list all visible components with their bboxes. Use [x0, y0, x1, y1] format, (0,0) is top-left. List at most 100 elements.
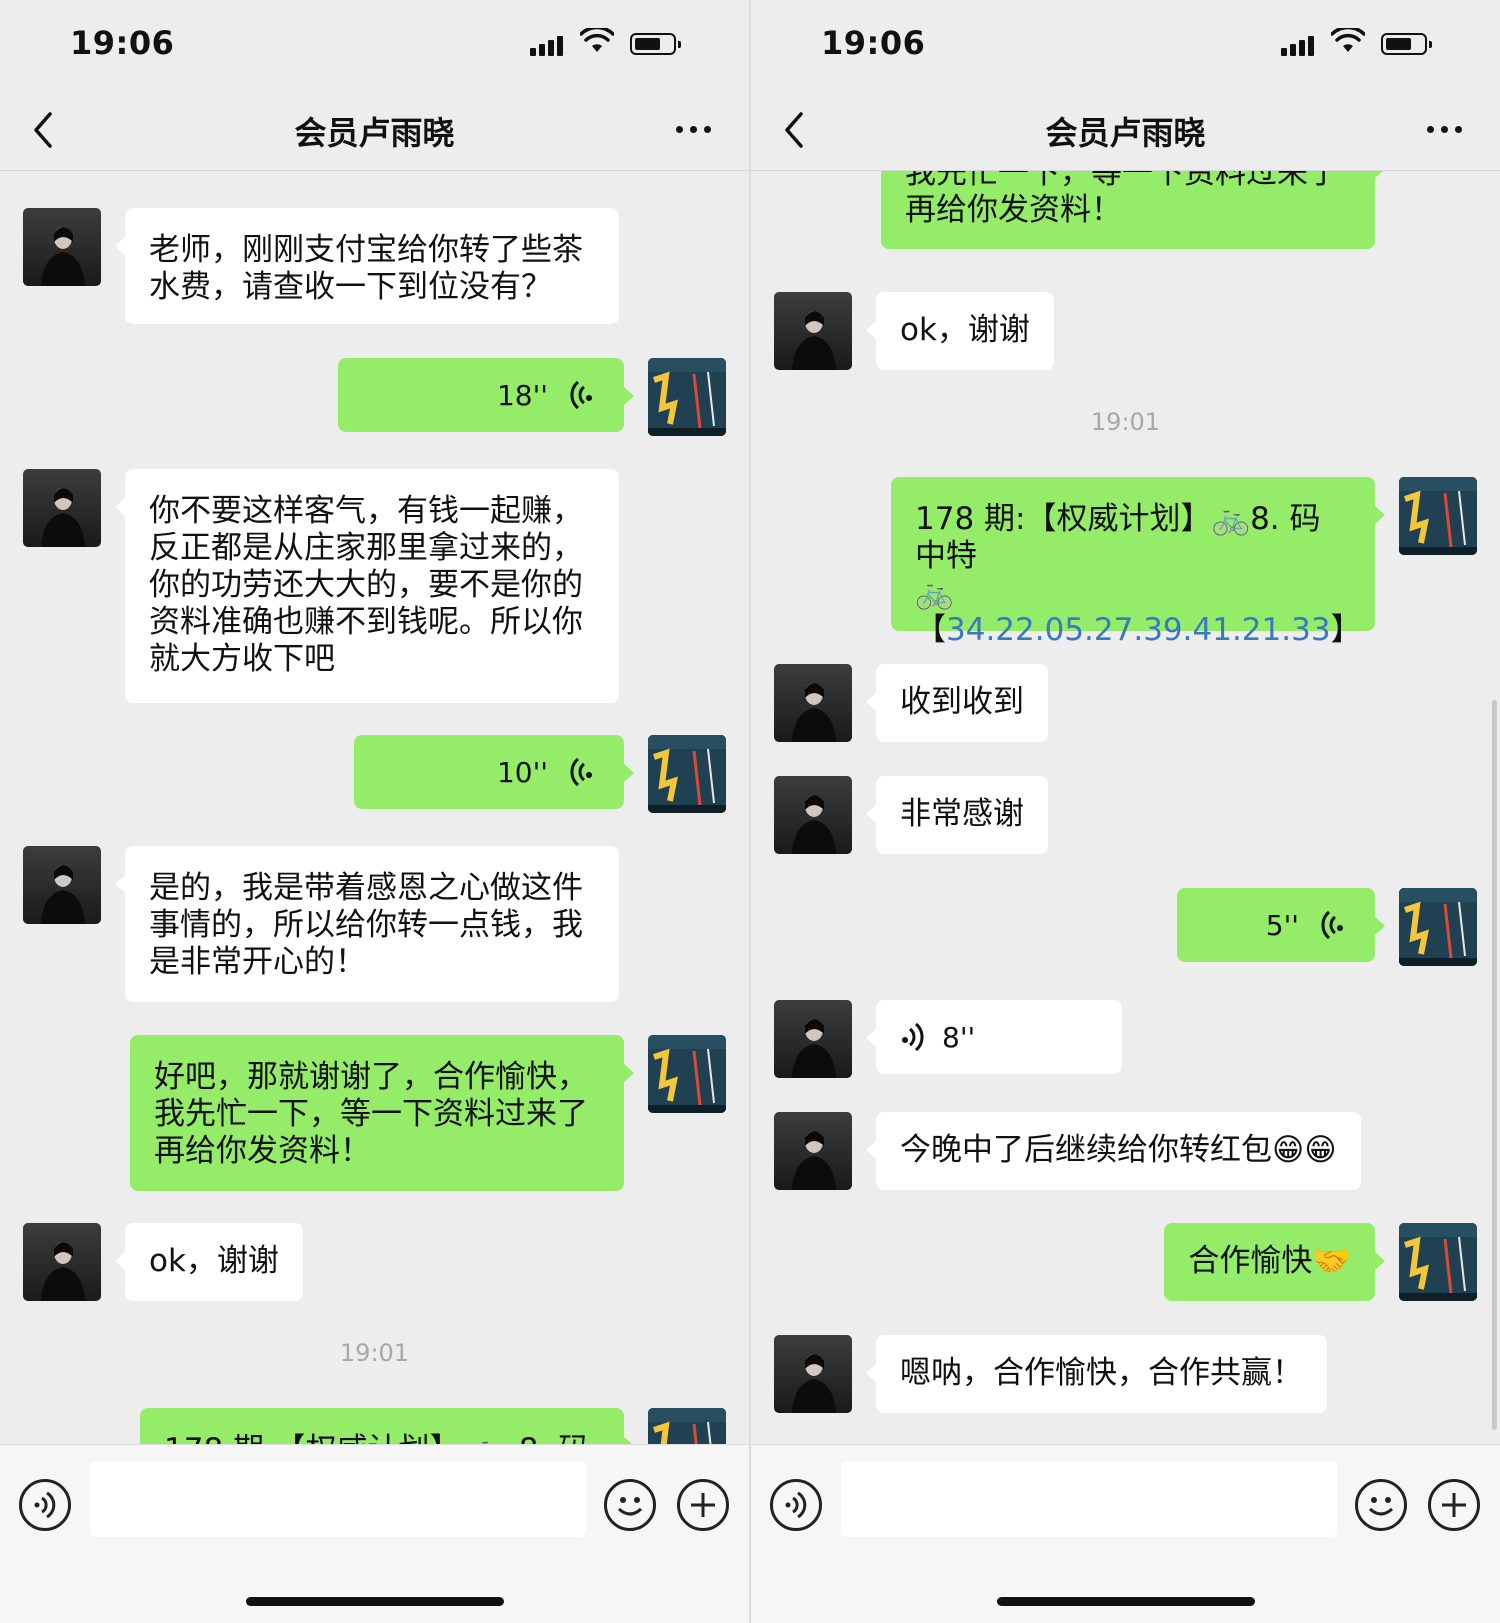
my-avatar[interactable]	[648, 358, 726, 436]
my-avatar[interactable]	[648, 735, 726, 813]
voice-message-bubble[interactable]: 5''	[1177, 888, 1385, 962]
message-text: 嗯呐，合作愉快，合作共赢！	[900, 1355, 1303, 1391]
cellular-signal-icon	[1281, 34, 1321, 56]
chat-messages[interactable]: 老师，刚刚支付宝给你转了些茶 水费，请查收一下到位没有？ 18'' 你不要这样客…	[0, 171, 749, 1444]
input-bar	[0, 1444, 749, 1623]
message-bubble[interactable]: 今晚中了后继续给你转红包😁😁	[866, 1112, 1361, 1190]
cellular-signal-icon	[530, 34, 570, 56]
message-text: ok，谢谢	[900, 312, 1030, 348]
message-bubble[interactable]: 非常感谢	[866, 776, 1048, 854]
more-dots-icon[interactable]	[669, 126, 711, 133]
message-line: 【34.22.05.27.39.41.21.33】	[915, 612, 1362, 649]
bracket-open: 【	[915, 612, 946, 648]
contact-avatar[interactable]	[774, 292, 852, 370]
left-screenshot: 19:06 会员卢雨晓 老师，刚刚支付宝给你转了些茶 水费，请查收一下到位没有？	[0, 0, 749, 1623]
message-text: 收到收到	[900, 684, 1024, 720]
my-avatar[interactable]	[648, 1408, 726, 1444]
voice-input-icon[interactable]	[19, 1479, 71, 1531]
message-text: 今晚中了后继续给你转红包😁😁	[900, 1132, 1337, 1168]
contact-avatar[interactable]	[23, 1223, 101, 1301]
message-line: 水费，请查收一下到位没有？	[149, 269, 552, 305]
detected-number-link[interactable]: 34.22.05.27.39.41.21.33	[946, 612, 1331, 648]
voice-duration: 10''	[496, 755, 548, 789]
contact-avatar[interactable]	[23, 846, 101, 924]
wifi-icon	[580, 28, 614, 54]
voice-wave-icon	[566, 757, 596, 787]
my-avatar[interactable]	[1399, 888, 1477, 966]
message-line: 反正都是从庄家那里拿过来的，	[149, 530, 583, 566]
message-input[interactable]	[841, 1461, 1337, 1537]
message-line: 我先忙一下，等一下资料过来了	[905, 171, 1339, 191]
message-bubble[interactable]: ok，谢谢	[866, 292, 1054, 370]
my-avatar[interactable]	[648, 1035, 726, 1113]
voice-message-bubble[interactable]: 18''	[338, 358, 634, 432]
message-bubble[interactable]: 老师，刚刚支付宝给你转了些茶 水费，请查收一下到位没有？	[115, 208, 619, 324]
status-time: 19:06	[821, 24, 926, 62]
battery-icon	[1381, 33, 1432, 55]
more-dots-icon[interactable]	[1420, 126, 1462, 133]
my-avatar[interactable]	[1399, 1223, 1477, 1301]
message-bubble[interactable]: 好吧，那就谢谢了，合作愉快， 我先忙一下，等一下资料过来了 再给你发资料！	[130, 1035, 634, 1191]
message-line: 你不要这样客气，有钱一起赚，	[149, 493, 583, 529]
chat-title: 会员卢雨晓	[294, 114, 455, 152]
voice-wave-icon	[1317, 910, 1347, 940]
message-bubble[interactable]: 我先忙一下，等一下资料过来了 再给你发资料！	[881, 171, 1385, 249]
nav-bar: 会员卢雨晓	[751, 90, 1500, 171]
message-line: 老师，刚刚支付宝给你转了些茶	[149, 232, 583, 268]
message-bubble[interactable]: 178 期:【权威计划】 🚲 8. 码中特	[140, 1408, 634, 1444]
message-line: 是非常开心的！	[149, 944, 366, 980]
voice-message-bubble[interactable]: 10''	[354, 735, 634, 809]
message-input[interactable]	[90, 1461, 586, 1537]
emoji-icon[interactable]	[604, 1479, 656, 1531]
contact-avatar[interactable]	[23, 469, 101, 547]
voice-wave-icon	[898, 1022, 928, 1052]
bracket-close: 】	[1330, 612, 1362, 648]
voice-wave-icon	[566, 380, 596, 410]
message-line: 事情的，所以给你转一点钱，我	[149, 907, 583, 943]
message-line: 再给你发资料！	[905, 192, 1122, 228]
my-avatar[interactable]	[1399, 477, 1477, 555]
message-bubble[interactable]: ok，谢谢	[115, 1223, 303, 1301]
scrollbar[interactable]	[1492, 700, 1497, 1430]
voice-input-icon[interactable]	[770, 1479, 822, 1531]
plus-icon[interactable]	[677, 1479, 729, 1531]
message-line: 178 期:【权威计划】🚲8. 码中特	[915, 501, 1321, 574]
contact-avatar[interactable]	[774, 1112, 852, 1190]
chat-messages[interactable]: 我先忙一下，等一下资料过来了 再给你发资料！ ok，谢谢 19:01 178 期…	[751, 171, 1500, 1444]
contact-avatar[interactable]	[774, 776, 852, 854]
home-indicator[interactable]	[997, 1597, 1255, 1606]
chat-title: 会员卢雨晓	[1045, 114, 1206, 152]
message-line: 你的功劳还大大的，要不是你的	[149, 567, 583, 603]
battery-icon	[630, 33, 681, 55]
voice-message-bubble[interactable]: 8''	[866, 1000, 1122, 1074]
message-bubble[interactable]: 合作愉快🤝	[1164, 1223, 1385, 1301]
voice-duration: 5''	[1265, 908, 1299, 942]
message-bubble[interactable]: 178 期:【权威计划】🚲8. 码中特 🚲 【34.22.05.27.39.41…	[891, 477, 1385, 648]
message-bubble[interactable]: 你不要这样客气，有钱一起赚， 反正都是从庄家那里拿过来的， 你的功劳还大大的，要…	[115, 469, 619, 703]
message-line: 好吧，那就谢谢了，合作愉快，	[154, 1059, 588, 1095]
message-line: 再给你发资料！	[154, 1133, 371, 1169]
message-bubble[interactable]: 是的，我是带着感恩之心做这件 事情的，所以给你转一点钱，我 是非常开心的！	[115, 846, 619, 1002]
message-line: 🚲	[915, 575, 954, 611]
emoji-icon[interactable]	[1355, 1479, 1407, 1531]
home-indicator[interactable]	[246, 1597, 504, 1606]
contact-avatar[interactable]	[774, 664, 852, 742]
voice-duration: 18''	[496, 378, 548, 412]
message-bubble[interactable]: 收到收到	[866, 664, 1048, 742]
message-line: 资料准确也赚不到钱呢。所以你	[149, 604, 583, 640]
message-timestamp: 19:01	[339, 1339, 410, 1367]
message-text: ok，谢谢	[149, 1243, 279, 1279]
contact-avatar[interactable]	[23, 208, 101, 286]
message-text: 合作愉快🤝	[1188, 1243, 1351, 1279]
message-bubble[interactable]: 嗯呐，合作愉快，合作共赢！	[866, 1335, 1327, 1413]
status-time: 19:06	[70, 24, 175, 62]
plus-icon[interactable]	[1428, 1479, 1480, 1531]
message-text: 非常感谢	[900, 796, 1024, 832]
message-line: 我先忙一下，等一下资料过来了	[154, 1096, 588, 1132]
wifi-icon	[1331, 28, 1365, 54]
nav-bar: 会员卢雨晓	[0, 90, 749, 171]
contact-avatar[interactable]	[774, 1000, 852, 1078]
contact-avatar[interactable]	[774, 1335, 852, 1413]
input-bar	[751, 1444, 1500, 1623]
right-screenshot: 19:06 会员卢雨晓 我先忙一下，等一下资料过来了 再给你发资料！ ok，谢谢…	[751, 0, 1500, 1623]
